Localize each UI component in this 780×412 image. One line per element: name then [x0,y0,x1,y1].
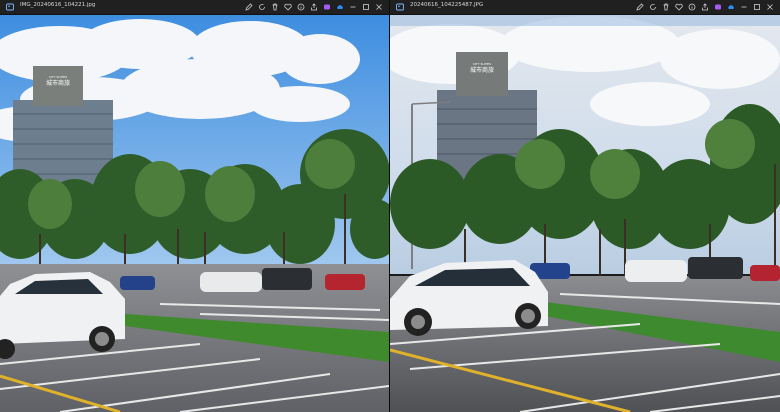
right-titlebar: 20240616_104225487.JPG [390,0,780,15]
share-icon[interactable] [310,3,318,11]
maximize-icon[interactable] [362,3,370,11]
cloud-icon[interactable] [727,3,735,11]
building-sign-right: 城市商旅 [470,66,494,74]
trash-icon[interactable] [662,3,670,11]
close-icon[interactable] [375,3,383,11]
copilot-icon[interactable] [714,3,722,11]
minimize-icon[interactable] [740,3,748,11]
building-sign-sub-left: CITY SUITES [49,75,67,79]
right-photo-viewer: 20240616_104225487.JPG 城市商旅 CITY SUITES [390,0,780,412]
building-sign-sub-right: CITY SUITES [473,62,491,66]
info-icon[interactable] [297,3,305,11]
photos-app-icon [396,3,404,11]
copilot-icon[interactable] [323,3,331,11]
edit-icon[interactable] [245,3,253,11]
cloud-icon[interactable] [336,3,344,11]
photos-app-icon [6,3,14,11]
left-titlebar: IMG_20240616_104221.jpg [0,0,389,15]
share-icon[interactable] [701,3,709,11]
heart-icon[interactable] [284,3,292,11]
left-photo-viewer: IMG_20240616_104221.jpg 城市商旅 CITY SUITES [0,0,389,412]
building-sign-left: 城市商旅 [46,79,70,87]
info-icon[interactable] [688,3,696,11]
left-photo: 城市商旅 CITY SUITES [0,14,389,412]
left-filename: IMG_20240616_104221.jpg [20,2,96,8]
edit-icon[interactable] [636,3,644,11]
close-icon[interactable] [766,3,774,11]
rotate-icon[interactable] [649,3,657,11]
heart-icon[interactable] [675,3,683,11]
rotate-icon[interactable] [258,3,266,11]
minimize-icon[interactable] [349,3,357,11]
right-filename: 20240616_104225487.JPG [410,2,484,8]
trash-icon[interactable] [271,3,279,11]
right-photo: 城市商旅 CITY SUITES [390,14,780,412]
maximize-icon[interactable] [753,3,761,11]
